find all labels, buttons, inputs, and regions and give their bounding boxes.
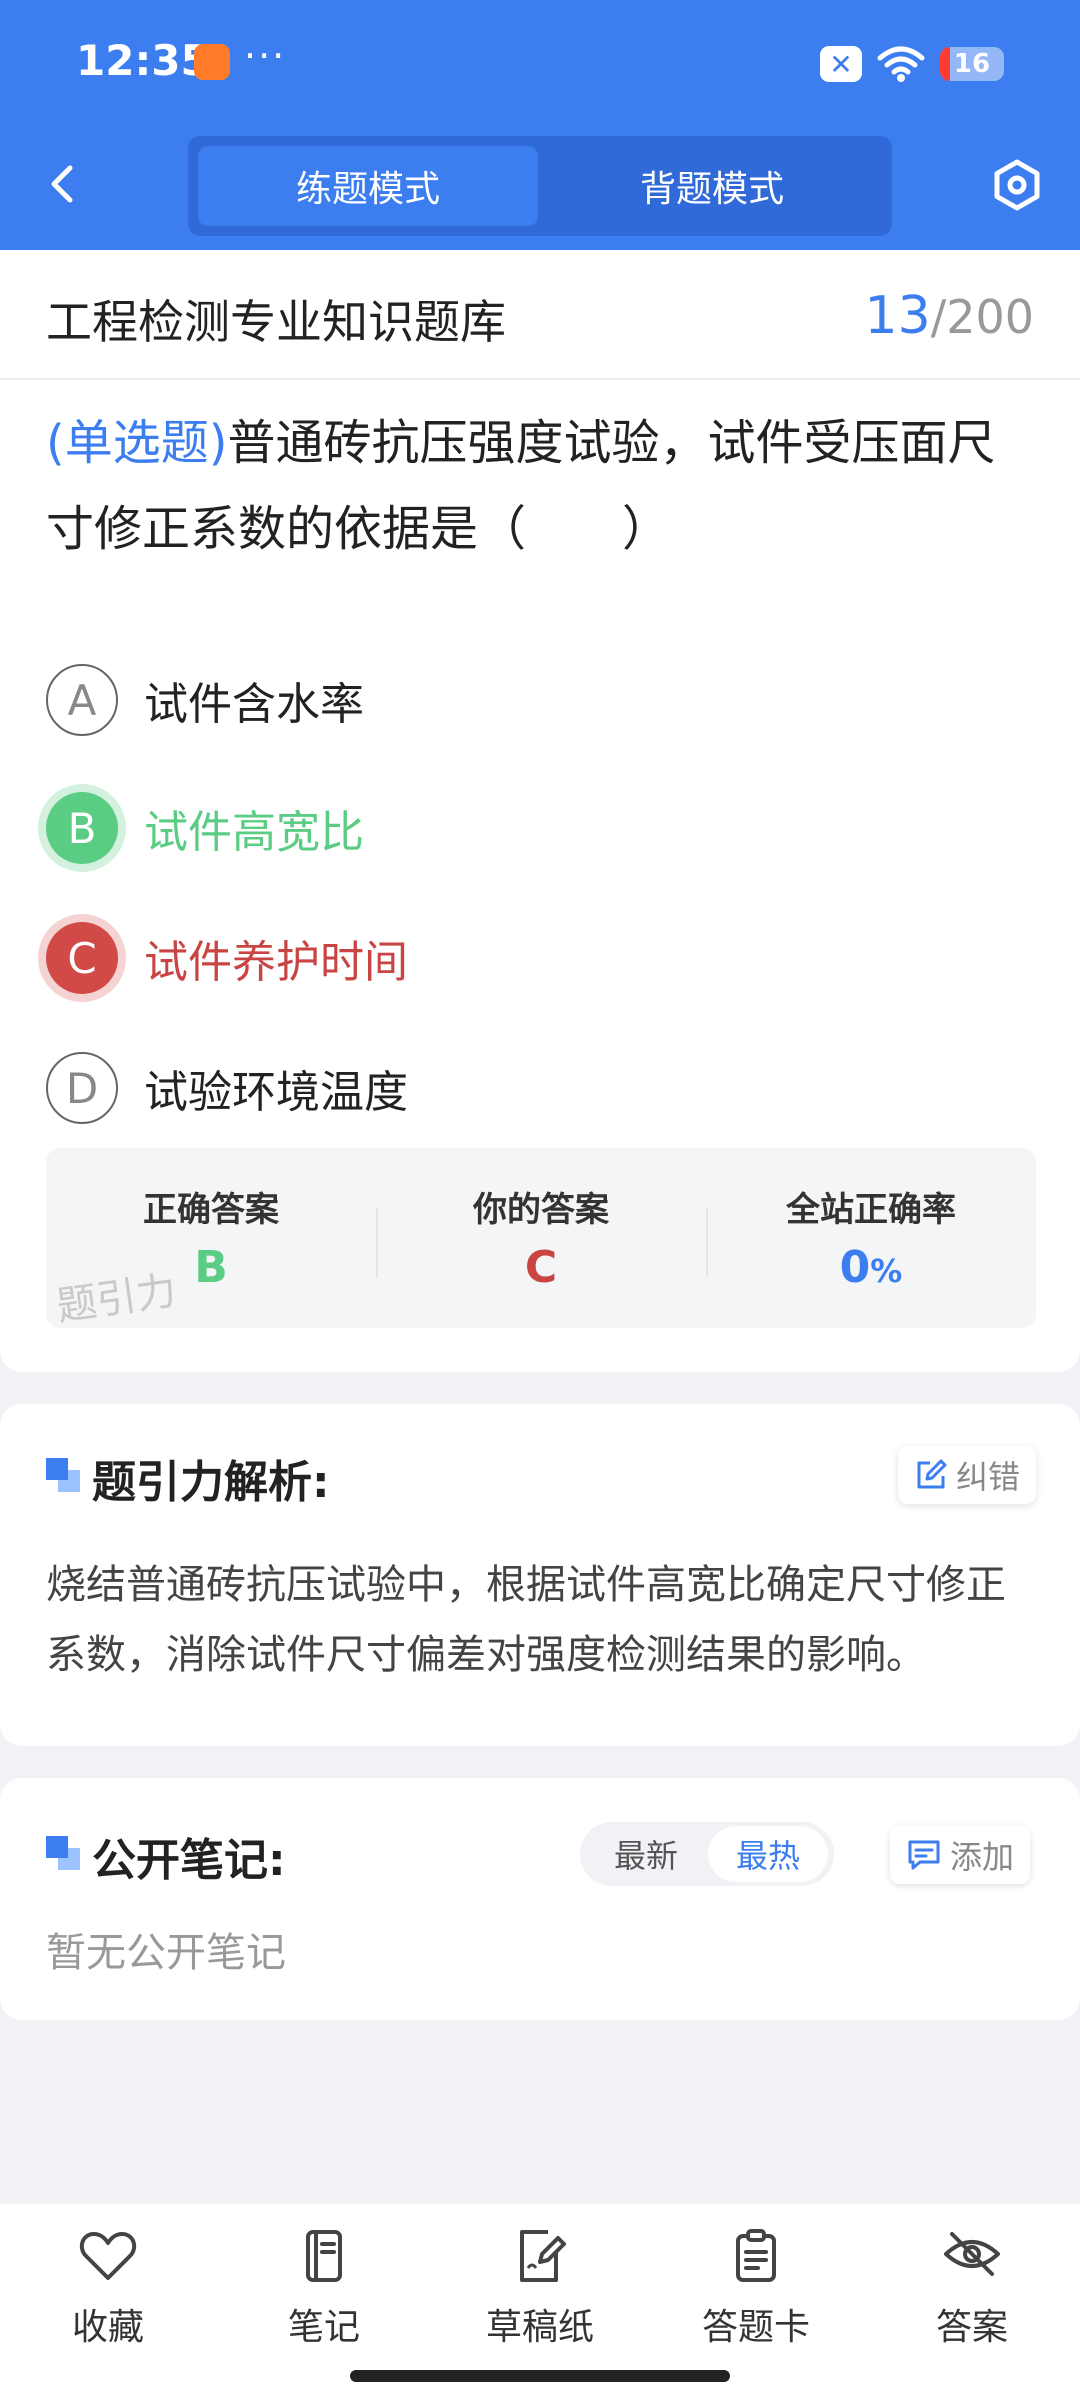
notes-button[interactable]: 笔记 bbox=[216, 2228, 432, 2350]
your-answer-label: 你的答案 bbox=[473, 1190, 609, 1230]
notes-label: 笔记 bbox=[287, 2307, 360, 2348]
option-c[interactable]: C 试件养护时间 bbox=[46, 918, 408, 998]
report-error-label: 纠错 bbox=[956, 1458, 1021, 1496]
edit-icon bbox=[917, 1459, 947, 1489]
question-text: (单选题)普通砖抗压强度试验，试件受压面尺寸修正系数的依据是（ ） bbox=[46, 400, 1041, 572]
draft-paper-label: 草稿纸 bbox=[485, 2307, 594, 2348]
comment-icon bbox=[908, 1840, 940, 1870]
no-sim-icon: ✕ bbox=[820, 46, 862, 82]
site-accuracy: 全站正确率 0% bbox=[706, 1148, 1036, 1328]
settings-icon[interactable] bbox=[990, 158, 1044, 212]
heart-icon bbox=[79, 2232, 137, 2280]
option-d[interactable]: D 试验环境温度 bbox=[46, 1048, 408, 1128]
option-text: 试件高宽比 bbox=[144, 807, 364, 858]
analysis-card: 题引力解析: 纠错 烧结普通砖抗压试验中，根据试件高宽比确定尺寸修正系数，消除试… bbox=[0, 1404, 1080, 1746]
total-questions: 200 bbox=[946, 290, 1034, 344]
question-bank-title: 工程检测专业知识题库 bbox=[46, 295, 506, 349]
show-answer-label: 答案 bbox=[935, 2307, 1008, 2348]
analysis-title: 题引力解析: bbox=[92, 1457, 330, 1508]
analysis-text: 烧结普通砖抗压试验中，根据试件高宽比确定尺寸修正系数，消除试件尺寸偏差对强度检测… bbox=[46, 1562, 1006, 1678]
public-notes-title: 公开笔记: bbox=[92, 1835, 286, 1886]
header: 12:35 ··· ✕ 16 练题模式 背题模式 bbox=[0, 0, 1080, 250]
answer-sheet-label: 答题卡 bbox=[701, 2307, 810, 2348]
sort-hot-tab[interactable]: 最热 bbox=[708, 1826, 828, 1882]
battery-icon: 16 bbox=[940, 47, 1004, 81]
your-answer-value: C bbox=[524, 1242, 558, 1293]
option-a[interactable]: A 试件含水率 bbox=[46, 660, 364, 740]
public-notes-card: 公开笔记: 最新 最热 添加 暂无公开笔记 bbox=[0, 1778, 1080, 2020]
draft-paper-button[interactable]: 草稿纸 bbox=[432, 2228, 648, 2350]
section-icon bbox=[46, 1458, 80, 1492]
status-indicators: ✕ 16 bbox=[820, 42, 1004, 86]
divider bbox=[0, 378, 1080, 380]
sort-latest-tab[interactable]: 最新 bbox=[586, 1826, 706, 1882]
option-letter: C bbox=[46, 922, 118, 994]
show-answer-button[interactable]: 答案 bbox=[864, 2228, 1080, 2350]
answer-summary: 正确答案 B 你的答案 C 全站正确率 0% 题引力 bbox=[46, 1148, 1036, 1330]
option-letter: B bbox=[46, 792, 118, 864]
notes-sort-toggle: 最新 最热 bbox=[580, 1822, 834, 1886]
mode-toggle: 练题模式 背题模式 bbox=[188, 136, 892, 236]
option-letter: D bbox=[46, 1052, 118, 1124]
accuracy-number: 0 bbox=[839, 1242, 871, 1293]
site-accuracy-label: 全站正确率 bbox=[786, 1190, 956, 1230]
answer-sheet-button[interactable]: 答题卡 bbox=[648, 2228, 864, 2350]
add-note-label: 添加 bbox=[950, 1838, 1015, 1876]
current-question-number: 13 bbox=[864, 286, 931, 346]
question-progress: 13/200 bbox=[865, 286, 1034, 346]
notes-empty-state: 暂无公开笔记 bbox=[46, 1930, 286, 1976]
add-note-button[interactable]: 添加 bbox=[890, 1826, 1031, 1884]
battery-level: 16 bbox=[953, 49, 991, 79]
favorite-button[interactable]: 收藏 bbox=[0, 2228, 216, 2350]
answer-sheet-icon bbox=[736, 2229, 776, 2282]
draft-paper-icon bbox=[520, 2230, 566, 2282]
site-accuracy-value: 0% bbox=[706, 1242, 1036, 1293]
notebook-icon bbox=[306, 2230, 342, 2282]
status-bar: 12:35 ··· ✕ 16 bbox=[0, 0, 1080, 120]
accuracy-unit: % bbox=[870, 1252, 903, 1290]
app-notification-icon bbox=[194, 44, 230, 80]
option-text: 试件养护时间 bbox=[144, 937, 408, 988]
wifi-icon bbox=[877, 46, 925, 82]
more-notifications-icon: ··· bbox=[244, 34, 287, 78]
back-arrow-icon[interactable] bbox=[40, 160, 88, 208]
eye-off-icon bbox=[944, 2232, 1000, 2276]
your-answer: 你的答案 C bbox=[376, 1148, 706, 1328]
memorize-mode-tab[interactable]: 背题模式 bbox=[542, 146, 882, 226]
question-type-label: (单选题) bbox=[46, 415, 228, 471]
status-time: 12:35 bbox=[76, 36, 210, 85]
favorite-label: 收藏 bbox=[71, 2307, 144, 2348]
section-icon bbox=[46, 1836, 80, 1870]
question-card: 工程检测专业知识题库 13/200 (单选题)普通砖抗压强度试验，试件受压面尺寸… bbox=[0, 250, 1080, 1372]
option-text: 试验环境温度 bbox=[144, 1067, 408, 1118]
practice-mode-tab[interactable]: 练题模式 bbox=[198, 146, 538, 226]
home-indicator[interactable] bbox=[350, 2370, 730, 2382]
option-b[interactable]: B 试件高宽比 bbox=[46, 788, 364, 868]
progress-separator: / bbox=[930, 290, 947, 344]
report-error-button[interactable]: 纠错 bbox=[898, 1446, 1037, 1504]
option-text: 试件含水率 bbox=[144, 679, 364, 730]
option-letter: A bbox=[46, 664, 118, 736]
correct-answer-label: 正确答案 bbox=[143, 1190, 279, 1230]
